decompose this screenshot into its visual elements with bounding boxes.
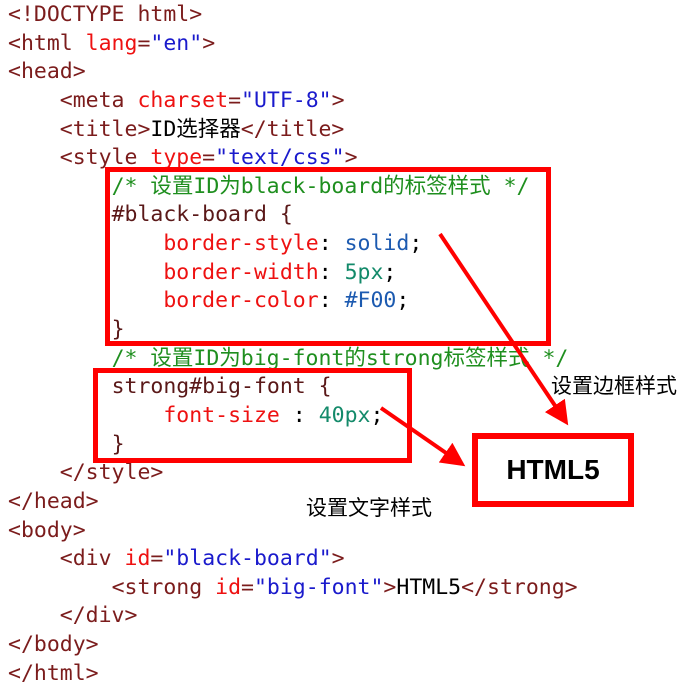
rendered-preview-box: HTML5	[472, 433, 634, 507]
border-style-label: 设置边框样式	[551, 374, 677, 398]
arrow-to-font	[379, 406, 466, 467]
preview-text: HTML5	[506, 454, 600, 485]
annotation-arrows	[379, 232, 569, 467]
font-style-label: 设置文字样式	[306, 496, 432, 520]
arrow-to-border	[438, 232, 569, 426]
